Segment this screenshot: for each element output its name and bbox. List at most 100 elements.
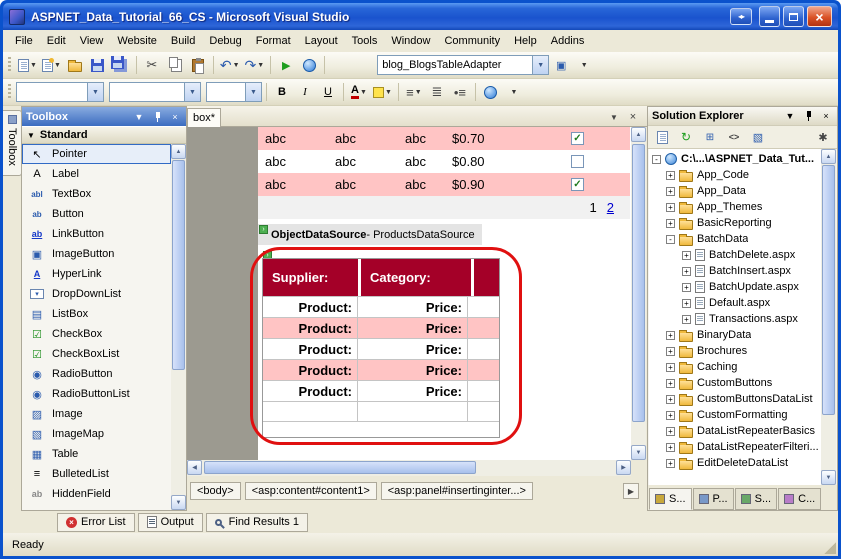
background-color-button[interactable]: ▼ — [371, 81, 394, 103]
tree-item-folder[interactable]: +CustomFormatting — [649, 407, 821, 423]
toolbox-scrollbar[interactable]: ▲ ▼ — [171, 144, 186, 510]
expander-icon[interactable]: + — [666, 331, 675, 340]
tree-item-folder[interactable]: +App_Data — [649, 183, 821, 199]
tree-item-aspx[interactable]: +BatchDelete.aspx — [649, 247, 821, 263]
tree-item-folder[interactable]: +CustomButtonsDataList — [649, 391, 821, 407]
numbered-list-button[interactable]: ≣ — [426, 81, 448, 103]
view-in-browser-button[interactable] — [298, 54, 320, 76]
objectdatasource-control[interactable]: › ObjectDataSource - ProductsDataSource — [258, 224, 482, 245]
italic-button[interactable]: I — [294, 81, 316, 103]
toolbox-item-table[interactable]: ▦Table — [22, 444, 171, 464]
view-designer-button[interactable]: ▧ — [747, 128, 769, 147]
toolbar-grip[interactable] — [8, 57, 11, 73]
combo-dropdown-button[interactable]: ▼ — [184, 83, 200, 101]
window-position-button[interactable]: ▼ — [132, 110, 146, 124]
table-adapter-combo[interactable]: blog_BlogsTableAdapter ▼ — [377, 55, 549, 75]
window-position-button[interactable]: ▼ — [783, 109, 797, 123]
open-file-button[interactable] — [64, 54, 86, 76]
cut-button[interactable]: ✂ — [141, 54, 163, 76]
scrollbar-thumb[interactable] — [172, 160, 185, 370]
design-surface[interactable]: abc abc abc $0.70 ✓ abc abc abc $0.80 ab… — [187, 127, 631, 460]
menu-item-build[interactable]: Build — [164, 32, 202, 50]
expander-icon[interactable]: + — [682, 315, 691, 324]
bulleted-list-button[interactable]: •≡ — [449, 81, 471, 103]
tree-item-folder[interactable]: +EditDeleteDataList — [649, 455, 821, 471]
expander-icon[interactable]: + — [666, 443, 675, 452]
solution-explorer-header[interactable]: Solution Explorer ▼ × — [648, 107, 837, 126]
aspnet-configuration-button[interactable]: ✱ — [812, 128, 834, 147]
tree-item-folder[interactable]: +DataListRepeaterBasics — [649, 423, 821, 439]
toolbar-grip[interactable] — [8, 84, 11, 100]
expander-icon[interactable]: - — [666, 235, 675, 244]
tree-item-aspx[interactable]: +Default.aspx — [649, 295, 821, 311]
toolbox-header[interactable]: Toolbox ▼ × — [22, 107, 186, 126]
save-button[interactable] — [87, 54, 109, 76]
scroll-down-button[interactable]: ▼ — [631, 445, 646, 460]
tab-output[interactable]: Output — [138, 513, 203, 532]
toolbox-item-bulletedlist[interactable]: ≡BulletedList — [22, 464, 171, 484]
start-debugging-button[interactable]: ▶ — [275, 54, 297, 76]
underline-button[interactable]: U — [317, 81, 339, 103]
expander-icon[interactable]: + — [666, 395, 675, 404]
scroll-down-button[interactable]: ▼ — [171, 495, 186, 510]
toolbox-item-hyperlink[interactable]: AHyperLink — [22, 264, 171, 284]
tree-item-aspx[interactable]: +BatchInsert.aspx — [649, 263, 821, 279]
titlebar-arrows-button[interactable]: ◂▸ — [730, 8, 752, 25]
tab-class-view[interactable]: C... — [778, 488, 821, 510]
scrollbar-thumb[interactable] — [632, 144, 645, 422]
menu-item-view[interactable]: View — [73, 32, 111, 50]
expander-icon[interactable]: + — [682, 267, 691, 276]
view-code-button[interactable]: <> — [723, 128, 745, 147]
nest-related-files-button[interactable]: ⊞ — [699, 128, 721, 147]
toolbox-side-tab[interactable]: Toolbox — [3, 110, 22, 176]
document-list-chevron[interactable]: ▼ — [607, 110, 621, 124]
toolbox-item-linkbutton[interactable]: abLinkButton — [22, 224, 171, 244]
tree-item-website-root[interactable]: -C:\...\ASPNET_Data_Tut... — [649, 151, 821, 167]
expander-icon[interactable]: + — [666, 187, 675, 196]
tab-server-explorer[interactable]: S... — [735, 488, 778, 510]
hyperlink-button[interactable] — [480, 81, 502, 103]
expander-icon[interactable]: - — [652, 155, 661, 164]
expander-icon[interactable]: + — [666, 411, 675, 420]
toolbox-item-dropdownlist[interactable]: ▾DropDownList — [22, 284, 171, 304]
alignment-button[interactable]: ≡▼ — [403, 81, 425, 103]
undo-button[interactable]: ↶▼ — [218, 54, 242, 76]
expander-icon[interactable]: + — [682, 283, 691, 292]
toolbox-item-hiddenfield[interactable]: abHiddenField — [22, 484, 171, 504]
document-tab[interactable]: box* — [187, 108, 221, 127]
toolbox-item-checkbox[interactable]: ☑CheckBox — [22, 324, 171, 344]
expander-icon[interactable]: + — [666, 379, 675, 388]
expander-icon[interactable]: + — [666, 427, 675, 436]
scroll-up-button[interactable]: ▲ — [821, 149, 836, 164]
row-checkbox[interactable]: ✓ — [571, 178, 584, 191]
combo-dropdown-button[interactable]: ▼ — [87, 83, 103, 101]
gridview-control[interactable]: abc abc abc $0.70 ✓ abc abc abc $0.80 ab… — [258, 127, 630, 219]
tree-item-folder[interactable]: -BatchData — [649, 231, 821, 247]
menu-item-window[interactable]: Window — [384, 32, 437, 50]
scroll-right-button[interactable]: ▶ — [616, 460, 631, 475]
tree-item-aspx[interactable]: +Transactions.aspx — [649, 311, 821, 327]
tree-item-folder[interactable]: +DataListRepeaterFilteri... — [649, 439, 821, 455]
toolbox-item-imagemap[interactable]: ▧ImageMap — [22, 424, 171, 444]
save-all-button[interactable] — [110, 54, 132, 76]
tree-scrollbar[interactable]: ▲ ▼ — [821, 149, 836, 485]
title-bar[interactable]: ASPNET_Data_Tutorial_66_CS - Microsoft V… — [3, 3, 838, 30]
tree-item-folder[interactable]: +BinaryData — [649, 327, 821, 343]
menu-item-community[interactable]: Community — [437, 32, 507, 50]
close-button[interactable]: × — [807, 6, 832, 27]
resize-grip[interactable] — [823, 541, 836, 554]
scroll-down-button[interactable]: ▼ — [821, 470, 836, 485]
toolbox-item-listbox[interactable]: ▤ListBox — [22, 304, 171, 324]
close-toolbox-button[interactable]: × — [168, 110, 182, 124]
smart-tag-icon[interactable]: › — [259, 225, 268, 234]
toolbox-item-radiobuttonlist[interactable]: ◉RadioButtonList — [22, 384, 171, 404]
font-size-combo[interactable]: ▼ — [206, 82, 262, 102]
menu-item-file[interactable]: File — [8, 32, 40, 50]
tag-navigator-scroll-button[interactable]: ▶ — [623, 483, 639, 499]
font-name-combo[interactable]: ▼ — [109, 82, 201, 102]
add-new-item-button[interactable]: ▼ — [40, 54, 63, 76]
menu-item-website[interactable]: Website — [110, 32, 164, 50]
expander-icon[interactable]: + — [666, 171, 675, 180]
misc-tool-button[interactable]: ▣ — [550, 54, 572, 76]
tree-item-folder[interactable]: +App_Code — [649, 167, 821, 183]
